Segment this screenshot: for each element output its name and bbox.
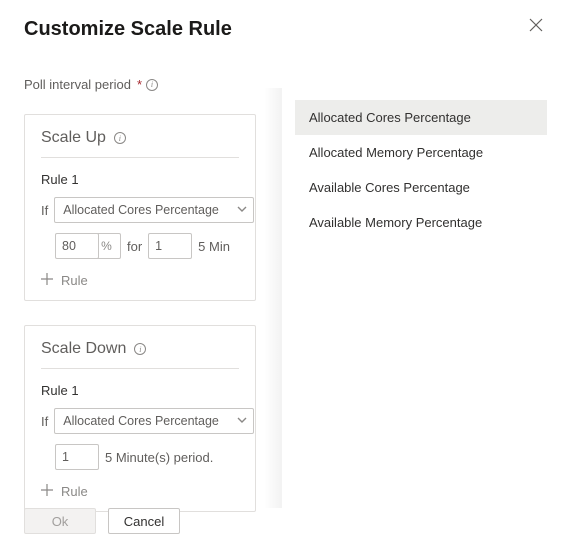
scale-up-title: Scale Up [41, 129, 106, 147]
dropdown-option[interactable]: Allocated Memory Percentage [295, 135, 547, 170]
scale-down-rule-condition: If Allocated Cores Percentage [41, 408, 239, 434]
scale-up-rule-condition: If Allocated Cores Percentage [41, 197, 239, 223]
if-label: If [41, 414, 48, 429]
scale-down-metric-value: Allocated Cores Percentage [63, 414, 219, 428]
chevron-down-icon [237, 203, 247, 217]
panel-footer: Ok Cancel [24, 508, 180, 534]
plus-icon [41, 484, 53, 499]
info-icon[interactable]: i [134, 343, 146, 355]
percent-unit: % [93, 233, 121, 259]
required-marker: * [137, 77, 142, 92]
scale-up-metric-select[interactable]: Allocated Cores Percentage [54, 197, 254, 223]
info-icon[interactable]: i [146, 79, 158, 91]
scale-down-title: Scale Down [41, 340, 126, 358]
close-icon [529, 18, 543, 32]
scale-up-metric-value: Allocated Cores Percentage [63, 203, 219, 217]
scale-down-threshold-row: 1 5 Minute(s) period. [55, 444, 239, 470]
period-suffix: 5 Minute(s) period. [105, 450, 213, 465]
scale-down-duration-input[interactable]: 1 [55, 444, 99, 470]
add-rule-label: Rule [61, 484, 88, 499]
dropdown-option[interactable]: Available Cores Percentage [295, 170, 547, 205]
scale-up-add-rule[interactable]: Rule [41, 273, 239, 288]
scale-down-header: Scale Down i [41, 340, 239, 369]
plus-icon [41, 273, 53, 288]
close-button[interactable] [529, 18, 547, 36]
scale-down-rule-label: Rule 1 [41, 383, 239, 398]
scale-down-section: Scale Down i Rule 1 If Allocated Cores P… [24, 325, 256, 512]
panel-title: Customize Scale Rule [24, 18, 256, 41]
scale-down-metric-select[interactable]: Allocated Cores Percentage [54, 408, 254, 434]
info-icon[interactable]: i [114, 132, 126, 144]
customize-scale-panel: Customize Scale Rule Poll interval perio… [0, 0, 280, 548]
chevron-down-icon [237, 414, 247, 428]
scale-up-rule-label: Rule 1 [41, 172, 239, 187]
scale-up-duration-input[interactable]: 1 [148, 233, 192, 259]
duration-value: 1 [155, 239, 162, 253]
if-label: If [41, 203, 48, 218]
scale-up-section: Scale Up i Rule 1 If Allocated Cores Per… [24, 114, 256, 301]
add-rule-label: Rule [61, 273, 88, 288]
scale-up-threshold-row: 80 % for 1 5 Min [55, 233, 239, 259]
dropdown-option[interactable]: Available Memory Percentage [295, 205, 547, 240]
for-label: for [127, 239, 142, 254]
poll-interval-field: Poll interval period * i [24, 77, 256, 92]
cancel-button[interactable]: Cancel [108, 508, 180, 534]
period-suffix: 5 Min [198, 239, 230, 254]
scale-down-add-rule[interactable]: Rule [41, 484, 239, 499]
metric-dropdown-menu: Allocated Cores Percentage Allocated Mem… [295, 100, 547, 240]
threshold-value: 80 [62, 239, 76, 253]
duration-value: 1 [62, 450, 69, 464]
poll-interval-label: Poll interval period [24, 77, 131, 92]
dropdown-option[interactable]: Allocated Cores Percentage [295, 100, 547, 135]
scale-up-header: Scale Up i [41, 129, 239, 158]
ok-button[interactable]: Ok [24, 508, 96, 534]
